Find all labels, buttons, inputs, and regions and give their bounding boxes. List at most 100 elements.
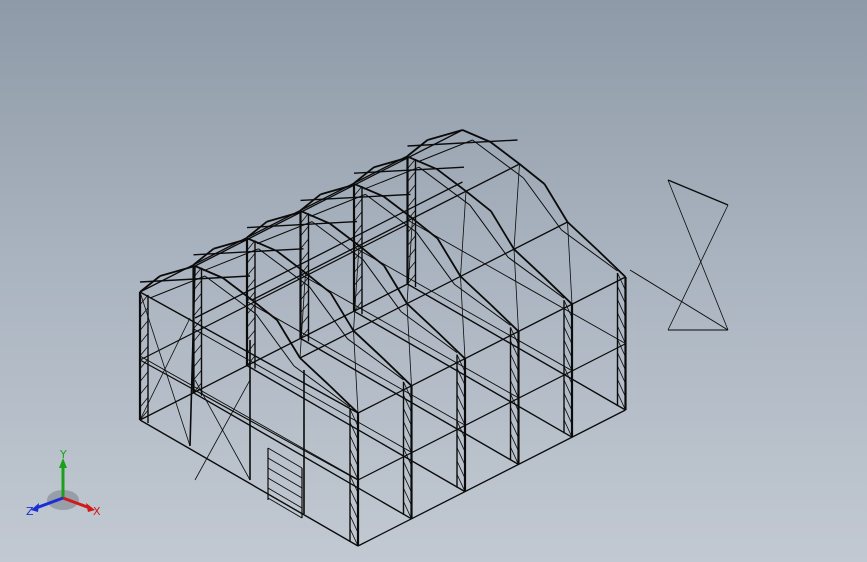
column-lacing (139, 320, 149, 331)
rafter (490, 210, 515, 250)
column-lacing (349, 488, 359, 507)
rafter (355, 183, 384, 198)
column-lacing (456, 460, 466, 479)
rafter (543, 183, 569, 223)
column-lacing (510, 367, 519, 385)
column-lacing (246, 317, 256, 328)
roof-bracing (460, 191, 467, 277)
axis-triad: Y X Z (26, 448, 101, 518)
frame-structure-model[interactable] (0, 0, 867, 562)
column-lacing (403, 421, 412, 440)
column-lacing (193, 344, 202, 355)
column-lacing (246, 265, 256, 277)
rafter (251, 299, 278, 321)
roof-bracing (513, 163, 520, 250)
door-slat (267, 447, 303, 469)
longitudinal-purlin (357, 409, 626, 547)
column-lacing (139, 384, 149, 395)
mid-cross-beam (139, 355, 359, 480)
column-lacing (563, 313, 573, 331)
column-lacing (563, 339, 573, 358)
column-lacing (139, 371, 149, 382)
mid-cross-beam (300, 274, 519, 399)
frame-members (138, 129, 729, 547)
column-lacing (403, 488, 412, 506)
far-end-bracing (667, 179, 729, 331)
column-lacing (617, 312, 626, 331)
floor-beam (353, 310, 573, 438)
floor-beam (407, 283, 626, 411)
side-rail (139, 223, 409, 361)
column-lacing (353, 211, 363, 222)
column-lacing (617, 379, 626, 397)
longitudinal-purlin (139, 283, 408, 421)
column-lacing (456, 434, 466, 452)
mid-cross-beam (246, 301, 466, 426)
column-lacing (563, 393, 573, 411)
rafter (304, 272, 332, 294)
column-lacing (617, 352, 626, 371)
floor-beam (246, 364, 466, 493)
rafter (248, 237, 277, 252)
column-lacing (456, 367, 466, 386)
column-lacing (353, 275, 363, 286)
column-lacing (456, 394, 466, 412)
floor-beam (139, 419, 359, 547)
column-lacing (563, 379, 573, 398)
column-lacing (300, 315, 309, 326)
column-lacing (403, 394, 412, 413)
door-slat (267, 457, 303, 479)
side-rail (357, 343, 626, 481)
column-lacing (456, 381, 466, 399)
column-lacing (563, 406, 573, 425)
rafter (408, 156, 438, 171)
longitudinal-purlin (357, 276, 626, 414)
rafter-chord (472, 139, 524, 179)
z-axis-label: Z (26, 505, 34, 518)
column-lacing (617, 365, 626, 384)
column-lacing (139, 333, 149, 344)
column-lacing (300, 302, 309, 314)
column-lacing (300, 213, 309, 224)
x-axis-label: X (93, 505, 101, 518)
door-slat (267, 487, 303, 509)
graphics-viewport[interactable]: Y X Z (0, 0, 867, 562)
mid-cross-beam (193, 328, 412, 453)
column-lacing (349, 435, 359, 454)
rafter (329, 292, 355, 332)
column-lacing (617, 286, 626, 304)
column-lacing (407, 261, 416, 272)
column-lacing (617, 299, 626, 318)
column-lacing (139, 345, 149, 357)
rafter (489, 141, 521, 165)
column-lacing (246, 278, 256, 290)
column-lacing (246, 329, 256, 341)
mid-cross-beam (353, 246, 573, 372)
column-lacing (353, 288, 363, 299)
column-lacing (510, 353, 519, 372)
column-lacing (563, 326, 573, 345)
rafter (276, 319, 301, 359)
column-lacing (353, 224, 363, 235)
column-lacing (403, 461, 412, 480)
column-lacing (349, 448, 359, 467)
far-end-top (667, 179, 729, 206)
far-end-bracing (629, 269, 729, 331)
column-lacing (456, 447, 466, 466)
y-axis-label: Y (59, 448, 67, 461)
column-lacing (300, 225, 309, 237)
column-lacing (407, 197, 416, 208)
rafter (436, 237, 462, 277)
column-lacing (403, 474, 412, 493)
roof-bracing (567, 221, 573, 305)
rafter (596, 249, 627, 278)
door-slat (267, 477, 303, 499)
column-lacing (193, 357, 202, 368)
longitudinal-purlin (194, 129, 463, 267)
column-lacing (510, 407, 519, 425)
longitudinal-purlin (251, 163, 520, 301)
mid-cross-beam (407, 219, 626, 344)
floor-beam (300, 337, 519, 466)
rafter (411, 217, 439, 240)
rafter (465, 190, 492, 212)
